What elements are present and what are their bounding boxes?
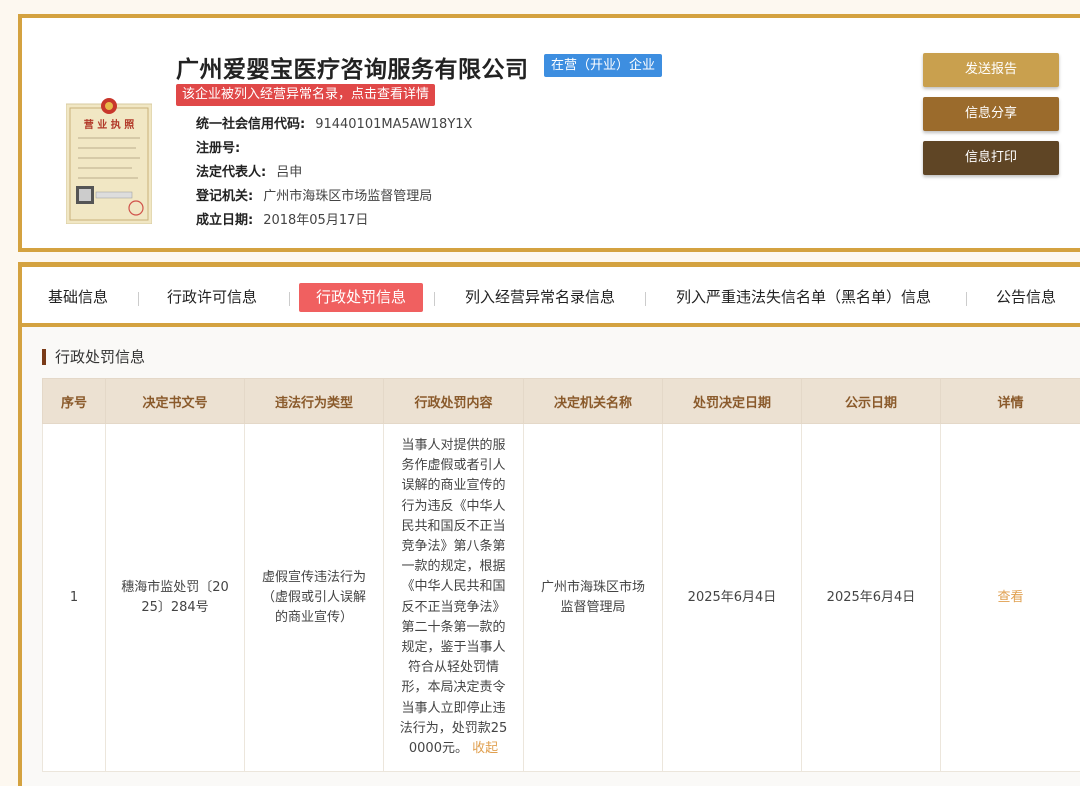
penalty-content-line: 第二十条第一款的 (401, 619, 506, 635)
penalty-content-line: 规定，鉴于当事人 (401, 640, 506, 656)
abnormal-list-warning-link[interactable]: 该企业被列入经营异常名录，点击查看详情 (176, 84, 436, 106)
column-header-detail: 详情 (940, 378, 1080, 424)
penalty-content-line: 务作虚假或者引人 (401, 458, 506, 474)
company-info-list: 统一社会信用代码: 91440101MA5AW18Y1X 注册号: 法定代表人: 吕… (196, 113, 472, 233)
view-detail-link[interactable]: 查看 (997, 590, 1023, 605)
info-label: 登记机关: (196, 189, 254, 204)
share-info-button[interactable]: 信息分享 (923, 97, 1059, 131)
penalty-content-line: 符合从轻处罚情 (407, 660, 499, 676)
document-number-line: 穗海市监处罚〔20 (121, 579, 229, 595)
tab-separator (645, 292, 646, 306)
penalty-content-text: 0000元。 (408, 741, 468, 757)
column-header-document-number: 决定书文号 (105, 378, 245, 424)
establishment-date-value: 2018年05月17日 (263, 213, 369, 228)
section-title: 行政处罚信息 (42, 349, 145, 365)
table-row: 1 穗海市监处罚〔20 25〕284号 虚假宣传违法行为 （虚假或引人误解 的商… (42, 422, 1080, 773)
violation-type-line: （虚假或引人误解 (261, 589, 366, 605)
tab-blacklist[interactable]: 列入严重违法失信名单（黑名单）信息 (676, 283, 931, 312)
send-report-button[interactable]: 发送报告 (923, 53, 1059, 87)
document-number-line: 25〕284号 (141, 599, 209, 615)
credit-code-value: 91440101MA5AW18Y1X (315, 117, 473, 132)
penalty-content-line: 竞争法》第八条第 (401, 539, 506, 555)
column-header-penalty-content: 行政处罚内容 (383, 378, 524, 424)
business-license-thumbnail[interactable]: 营 业 执 照 (66, 96, 152, 224)
tab-separator (289, 292, 290, 306)
table-header-row: 序号 决定书文号 违法行为类型 行政处罚内容 决定机关名称 处罚决定日期 公示日… (42, 378, 1080, 424)
authority-line: 监督管理局 (560, 599, 626, 615)
column-header-no: 序号 (42, 378, 106, 424)
authority-cell: 广州市海珠区市场 监督管理局 (523, 422, 663, 773)
collapse-link[interactable]: 收起 (472, 741, 498, 756)
penalty-content-line: 反不正当竞争法》 (401, 599, 506, 615)
tab-separator (434, 292, 435, 306)
company-name: 广州爱婴宝医疗咨询服务有限公司 (176, 57, 529, 83)
info-label: 统一社会信用代码: (196, 117, 306, 132)
tab-separator (966, 292, 967, 306)
column-header-violation-type: 违法行为类型 (244, 378, 384, 424)
publish-date-cell: 2025年6月4日 (801, 422, 941, 773)
penalty-content-line: 《中华人民共和国 (401, 579, 506, 595)
legal-representative-value: 吕申 (276, 165, 303, 180)
info-row-registration-authority: 登记机关: 广州市海珠区市场监督管理局 (196, 185, 472, 209)
info-row-registration-number: 注册号: (196, 137, 472, 161)
penalty-content-line: 一款的规定，根据 (401, 559, 506, 575)
column-header-authority: 决定机关名称 (523, 378, 663, 424)
info-label: 注册号: (196, 141, 241, 156)
penalty-content-cell: 当事人对提供的服 务作虚假或者引人 误解的商业宣传的 行为违反《中华人 民共和国… (383, 422, 524, 773)
detail-cell: 查看 (940, 422, 1080, 773)
info-row-credit-code: 统一社会信用代码: 91440101MA5AW18Y1X (196, 113, 472, 137)
penalty-content-line: 当事人对提供的服 (401, 438, 506, 453)
penalty-content-line: 行为违反《中华人 (401, 498, 506, 514)
license-title: 营 业 执 照 (84, 118, 134, 131)
penalty-content-line: 当事人立即停止违 (401, 700, 506, 716)
info-row-legal-representative: 法定代表人: 吕申 (196, 161, 472, 185)
column-header-decision-date: 处罚决定日期 (662, 378, 802, 424)
violation-type-line: 虚假宣传违法行为 (261, 569, 366, 585)
tab-administrative-license[interactable]: 行政许可信息 (167, 283, 257, 312)
tab-abnormal-operation-list[interactable]: 列入经营异常名录信息 (465, 283, 615, 312)
penalty-table: 序号 决定书文号 违法行为类型 行政处罚内容 决定机关名称 处罚决定日期 公示日… (42, 378, 1080, 773)
decision-date-cell: 2025年6月4日 (662, 422, 802, 773)
violation-type-line: 的商业宣传） (274, 609, 353, 625)
column-header-publish-date: 公示日期 (801, 378, 941, 424)
tab-bar: 基础信息 行政许可信息 行政处罚信息 列入经营异常名录信息 列入严重违法失信名单… (22, 267, 1080, 327)
info-label: 成立日期: (196, 213, 254, 228)
tab-administrative-penalty[interactable]: 行政处罚信息 (299, 283, 424, 312)
penalty-content-line: 民共和国反不正当 (401, 518, 506, 534)
penalty-content-line: 形，本局决定责令 (401, 680, 506, 696)
registration-authority-value: 广州市海珠区市场监督管理局 (263, 189, 433, 204)
authority-line: 广州市海珠区市场 (540, 579, 645, 595)
status-badge: 在营（开业）企业 (544, 54, 663, 77)
row-number-cell: 1 (42, 422, 106, 773)
document-number-cell: 穗海市监处罚〔20 25〕284号 (105, 422, 245, 773)
tab-separator (138, 292, 139, 306)
tab-basic-info[interactable]: 基础信息 (48, 283, 108, 312)
violation-type-cell: 虚假宣传违法行为 （虚假或引人误解 的商业宣传） (244, 422, 384, 773)
penalty-content-last-line: 0000元。 收起 (398, 739, 509, 759)
penalty-content-line: 法行为，处罚款25 (399, 720, 508, 736)
print-info-button[interactable]: 信息打印 (923, 141, 1059, 175)
info-label: 法定代表人: (196, 165, 267, 180)
tab-announcements[interactable]: 公告信息 (996, 283, 1056, 312)
info-tab-panel: 基础信息 行政许可信息 行政处罚信息 列入经营异常名录信息 列入严重违法失信名单… (18, 262, 1080, 786)
info-row-establishment-date: 成立日期: 2018年05月17日 (196, 209, 472, 233)
company-card: 营 业 执 照 广州爱婴宝医疗咨询服务有限公司 在营（开业）企业 该企业被列入经… (18, 14, 1080, 252)
penalty-content-line: 误解的商业宣传的 (401, 478, 506, 494)
